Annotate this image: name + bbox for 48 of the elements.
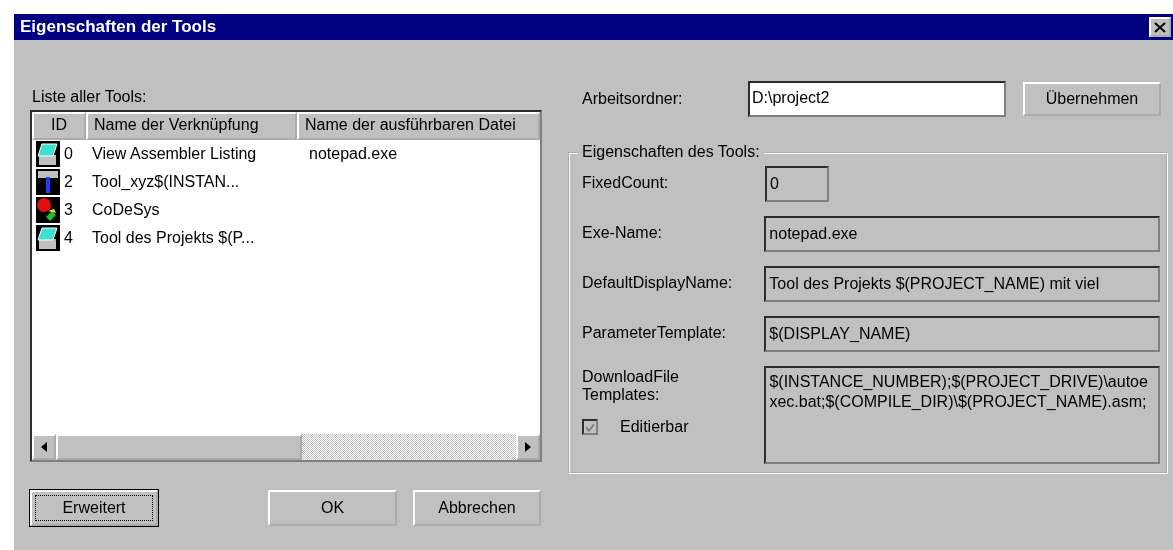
tool-row[interactable]: 3 CoDeSys <box>32 196 540 224</box>
tool-row[interactable]: 2 Tool_xyz$(INSTAN... <box>32 168 540 196</box>
table-cell: View Assembler Listing <box>92 145 257 163</box>
close-button[interactable] <box>1149 17 1171 37</box>
readonly-field[interactable]: Tool des Projekts $(PROJECT_NAME) mit viel <box>764 266 1160 302</box>
table-cell: Tool des Projekts $(P... <box>92 229 255 247</box>
table-cell: 3 <box>64 201 73 219</box>
table-cell: 2 <box>64 173 73 191</box>
notebook-icon <box>36 141 60 167</box>
field-label: Arbeitsordner: <box>581 90 684 108</box>
scroll-right-button[interactable] <box>516 434 540 460</box>
horizontal-scrollbar[interactable] <box>32 434 540 460</box>
field-label: FixedCount: <box>582 174 670 192</box>
tool-row[interactable]: 0 View Assembler Listing notepad.exe <box>32 140 540 168</box>
list-label: Liste aller Tools: <box>32 88 148 106</box>
table-cell: notepad.exe <box>309 145 398 163</box>
check-icon <box>584 421 596 433</box>
table-cell: 0 <box>64 145 73 163</box>
dialog-button[interactable]: OK <box>268 490 397 526</box>
table-cell: 4 <box>64 229 73 247</box>
notebook-icon <box>36 225 60 251</box>
readonly-field[interactable]: 0 <box>765 166 829 202</box>
group-title: Eigenschaften des Tools: <box>578 143 764 161</box>
codesys-icon <box>36 197 60 223</box>
column-header[interactable]: Name der Verknüpfung <box>86 112 297 140</box>
window-title: Eigenschaften der Tools <box>20 17 217 37</box>
close-icon <box>1154 21 1166 33</box>
folder-input[interactable]: D:\project2 <box>748 81 1006 117</box>
dialog-button[interactable]: Abbrechen <box>413 490 541 526</box>
left-arrow-icon <box>41 442 47 452</box>
column-header[interactable]: Name der ausführbaren Datei <box>297 112 540 140</box>
apply-button[interactable]: Übernehmen <box>1023 82 1161 116</box>
readonly-field[interactable]: $(DISPLAY_NAME) <box>764 316 1160 352</box>
tool-row[interactable]: 4 Tool des Projekts $(P... <box>32 224 540 252</box>
field-label: Exe-Name: <box>582 224 664 242</box>
table-cell: Tool_xyz$(INSTAN... <box>92 173 240 191</box>
field-label: DownloadFile Templates: <box>582 368 680 404</box>
readonly-field[interactable]: notepad.exe <box>764 216 1160 252</box>
field-label: DefaultDisplayName: <box>582 274 734 292</box>
figure-icon <box>36 169 60 195</box>
field-label: ParameterTemplate: <box>582 324 728 342</box>
table-cell: CoDeSys <box>92 201 160 219</box>
column-header[interactable]: ID <box>32 112 86 140</box>
scroll-left-button[interactable] <box>32 434 56 460</box>
scroll-thumb[interactable] <box>56 434 302 460</box>
readonly-field[interactable]: $(INSTANCE_NUMBER);$(PROJECT_DRIVE)\autoexec.bat;$(COMPILE_DIR)\$(PROJECT_NAME).asm; <box>764 366 1160 464</box>
right-arrow-icon <box>525 442 531 452</box>
dialog-button[interactable]: Erweitert <box>30 490 158 526</box>
